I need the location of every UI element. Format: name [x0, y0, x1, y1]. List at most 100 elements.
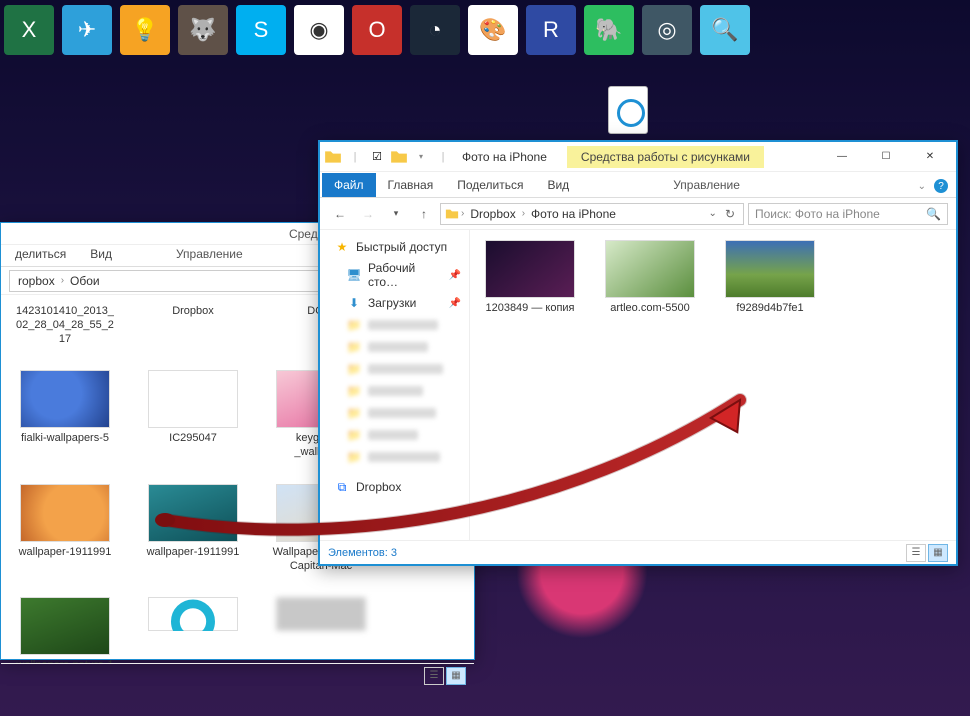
revo-icon[interactable]: R: [526, 5, 576, 55]
sidebar-item-blurred[interactable]: 📁: [324, 424, 465, 446]
refresh-icon[interactable]: ↻: [725, 207, 735, 221]
file-thumbnail: [20, 597, 110, 655]
tab-manage[interactable]: Управление: [661, 173, 752, 197]
file-name: Dropbox: [172, 305, 214, 319]
tab-manage[interactable]: Управление: [164, 242, 255, 266]
pin-icon[interactable]: 📌: [449, 270, 461, 281]
sidebar-label: Рабочий сто…: [368, 261, 443, 289]
nav-up-button[interactable]: ↑: [412, 202, 436, 226]
sidebar-item-blurred[interactable]: 📁: [324, 336, 465, 358]
folder-icon: [324, 148, 342, 166]
breadcrumb[interactable]: › Dropbox › Фото на iPhone ⌄ ↻: [440, 203, 744, 225]
chevron-right-icon: ›: [461, 208, 464, 219]
file-name: wallpaper-1911991: [147, 546, 240, 560]
explorer-window-front: | ☑ ▾ | Фото на iPhone Средства работы с…: [318, 140, 958, 566]
tab-share[interactable]: делиться: [3, 242, 78, 266]
breadcrumb-item[interactable]: Dropbox: [466, 207, 519, 221]
file-item[interactable]: artleo.com-5500: [604, 240, 696, 316]
file-thumbnail: [276, 597, 366, 631]
breadcrumb-item[interactable]: ropbox: [14, 274, 59, 288]
file-item[interactable]: Dropbox: [143, 305, 243, 346]
status-bar-back: ☰ ▦: [1, 663, 474, 687]
file-item[interactable]: IC295047: [143, 370, 243, 460]
tab-view[interactable]: Вид: [535, 173, 581, 197]
title-bar[interactable]: | ☑ ▾ | Фото на iPhone Средства работы с…: [320, 142, 956, 172]
pin-icon[interactable]: 📌: [449, 298, 461, 309]
sidebar-dropbox[interactable]: ⧉ Dropbox: [324, 476, 465, 498]
file-thumbnail: [20, 484, 110, 542]
gimp-icon[interactable]: 🐺: [178, 5, 228, 55]
search-icon[interactable]: 🔍: [926, 207, 941, 221]
sidebar-item-blurred[interactable]: 📁: [324, 446, 465, 468]
sidebar-item-blurred[interactable]: 📁: [324, 380, 465, 402]
qat-dropdown-icon[interactable]: ▾: [412, 148, 430, 166]
view-thumbnails-button[interactable]: ▦: [446, 667, 466, 685]
sidebar-quick-access[interactable]: ★ Быстрый доступ: [324, 236, 465, 258]
ribbon-tabs: Файл Главная Поделиться Вид Управление ⌄…: [320, 172, 956, 198]
checkbox-icon[interactable]: ☑: [368, 148, 386, 166]
sidebar-desktop[interactable]: 🖥 Рабочий сто… 📌: [324, 258, 465, 292]
file-item[interactable]: [271, 597, 371, 663]
view-thumbnails-button[interactable]: ▦: [928, 544, 948, 562]
nav-back-button[interactable]: ←: [328, 202, 352, 226]
file-thumbnail: [605, 240, 695, 298]
breadcrumb-item[interactable]: Фото на iPhone: [527, 207, 620, 221]
file-item[interactable]: wallpaper-1911991: [15, 484, 115, 574]
search-icon[interactable]: 🔍: [700, 5, 750, 55]
dropbox-icon: ⧉: [334, 479, 350, 495]
opera-icon[interactable]: O: [352, 5, 402, 55]
view-details-button[interactable]: ☰: [424, 667, 444, 685]
camera-icon[interactable]: ◎: [642, 5, 692, 55]
steam-icon[interactable]: ◔: [410, 5, 460, 55]
help-icon[interactable]: ?: [934, 179, 948, 193]
maximize-button[interactable]: ☐: [864, 143, 908, 171]
paint-icon[interactable]: 🎨: [468, 5, 518, 55]
tab-share[interactable]: Поделиться: [445, 173, 535, 197]
ribbon-expand-icon[interactable]: ⌄: [918, 181, 926, 192]
folder-icon: [445, 207, 459, 221]
file-item[interactable]: wallpapers-nature-1: [15, 597, 115, 663]
taskbar-dock: X✈💡🐺S◉O◔🎨R🐘◎🔍: [0, 0, 970, 60]
file-item[interactable]: 1203849 — копия: [484, 240, 576, 316]
file-item[interactable]: wallpaper-1911991: [143, 484, 243, 574]
tab-view[interactable]: Вид: [78, 242, 124, 266]
file-name: artleo.com-5500: [610, 302, 690, 316]
file-name: wallpaper-1911991: [19, 546, 112, 560]
file-thumbnail: [148, 370, 238, 428]
sidebar-label: Быстрый доступ: [356, 240, 447, 254]
qat-divider: |: [434, 148, 452, 166]
close-button[interactable]: ✕: [908, 143, 952, 171]
file-name: wallpapers-nature-1: [16, 659, 113, 663]
nav-history-dropdown[interactable]: ▾: [384, 202, 408, 226]
telegram-icon[interactable]: ✈: [62, 5, 112, 55]
view-details-button[interactable]: ☰: [906, 544, 926, 562]
excel-icon[interactable]: X: [4, 5, 54, 55]
file-item[interactable]: fialki-wallpapers-5: [15, 370, 115, 460]
file-item[interactable]: 1423101410_2013_02_28_04_28_55_217: [15, 305, 115, 346]
file-item[interactable]: [143, 597, 243, 663]
lightbulb-icon[interactable]: 💡: [120, 5, 170, 55]
desktop-shortcut-icon[interactable]: [606, 84, 650, 136]
skype-icon[interactable]: S: [236, 5, 286, 55]
minimize-button[interactable]: —: [820, 143, 864, 171]
tab-file[interactable]: Файл: [322, 173, 376, 197]
status-item-count: Элементов: 3: [328, 547, 397, 559]
window-title: Фото на iPhone: [462, 150, 547, 164]
sidebar-item-blurred[interactable]: 📁: [324, 358, 465, 380]
file-name: fialki-wallpapers-5: [21, 432, 109, 446]
nav-forward-button[interactable]: →: [356, 202, 380, 226]
chevron-down-icon[interactable]: ⌄: [709, 208, 717, 219]
file-name: f9289d4b7fe1: [736, 302, 803, 316]
navigation-bar: ← → ▾ ↑ › Dropbox › Фото на iPhone ⌄ ↻ П…: [320, 198, 956, 230]
file-thumbnail: [148, 484, 238, 542]
sidebar-downloads[interactable]: ⬇ Загрузки 📌: [324, 292, 465, 314]
search-field[interactable]: Поиск: Фото на iPhone 🔍: [748, 203, 948, 225]
file-item[interactable]: f9289d4b7fe1: [724, 240, 816, 316]
sidebar-item-blurred[interactable]: 📁: [324, 314, 465, 336]
picture-tools-tab[interactable]: Средства работы с рисунками: [567, 146, 764, 168]
tab-home[interactable]: Главная: [376, 173, 446, 197]
sidebar-item-blurred[interactable]: 📁: [324, 402, 465, 424]
chrome-icon[interactable]: ◉: [294, 5, 344, 55]
evernote-icon[interactable]: 🐘: [584, 5, 634, 55]
breadcrumb-item[interactable]: Обои: [66, 274, 104, 288]
